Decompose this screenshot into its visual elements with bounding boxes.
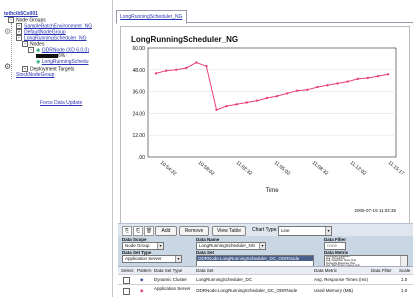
- x-tick-label: 11:12:02: [349, 160, 368, 177]
- data-point: [356, 77, 359, 81]
- x-tick-label: 11:08:32: [311, 160, 330, 177]
- tab-longrunning[interactable]: LongRunningScheduler_NG: [116, 10, 187, 24]
- tree-item-stock[interactable]: StockNodeGroup: [16, 72, 54, 78]
- app-server-icon: ◉: [36, 59, 41, 65]
- data-point: [255, 99, 259, 102]
- data-point: [326, 84, 329, 87]
- col-data-filter: Data Filter: [371, 268, 392, 273]
- pattern-marker-icon: ◆: [140, 277, 144, 282]
- chevron-down-icon[interactable]: ▾: [325, 227, 331, 235]
- paste-icon[interactable]: ⎗: [133, 226, 143, 236]
- row-scale: 1.0: [401, 288, 408, 293]
- data-point: [174, 68, 178, 71]
- data-point: [386, 73, 390, 76]
- data-scope-select[interactable]: Node Group ▾: [122, 242, 164, 250]
- remove-button[interactable]: Remove: [179, 226, 209, 236]
- col-pattern: Pattern: [137, 268, 152, 273]
- y-tick-label: 24.00: [132, 111, 145, 117]
- collapse-icon[interactable]: −: [28, 47, 34, 53]
- line-chart: 60.00 48.00 36.00 24.00 12.00 .00 10:54:32 10:5…: [132, 46, 406, 213]
- data-point: [366, 76, 370, 80]
- chart-timestamp: 2005-07-19 11:04:35: [355, 208, 397, 213]
- row-set: ODRNode:LongRunningScheduler_DC_ODRNode: [196, 288, 298, 293]
- data-point: [154, 72, 158, 75]
- row-scale: 1.0: [401, 277, 408, 282]
- view-table-button[interactable]: View Table: [212, 226, 246, 236]
- data-filter-input[interactable]: none: [324, 242, 346, 250]
- data-point: [164, 69, 168, 72]
- delete-icon[interactable]: 🗑: [144, 226, 154, 236]
- data-point: [296, 89, 299, 92]
- y-tick-label: 48.00: [132, 68, 145, 74]
- row-set: LongRunningScheduler_DC: [196, 277, 253, 282]
- x-tick-label: 10:58:02: [197, 160, 216, 177]
- col-data-metric: Data Metric: [314, 268, 338, 273]
- data-set-item-selected[interactable]: ODRNode:LongRunningScheduler_DC_ODRNode: [197, 256, 313, 261]
- data-selection-panel: Data Scope Node Group ▾ Data Name LongRun…: [118, 236, 413, 268]
- usage-bar: [36, 53, 58, 58]
- table-row: ◆ Dynamic Cluster LongRunningScheduler_D…: [118, 274, 413, 284]
- chart-type-label: Chart Type:: [252, 227, 278, 233]
- data-point: [245, 101, 248, 104]
- row-type: Application Server: [154, 286, 191, 291]
- data-point: [225, 104, 228, 108]
- tree-node-icon: ⚙: [4, 62, 12, 71]
- col-select: Select: [121, 268, 134, 273]
- x-tick-label: 10:54:32: [159, 160, 178, 177]
- table-row: ◆ Application Server ODRNode:LongRunning…: [118, 284, 413, 297]
- tree-item-scheduler-app[interactable]: ◉ LongRunningSchedu: [36, 59, 88, 65]
- force-update-link[interactable]: Force Data Update: [40, 100, 82, 106]
- data-point: [336, 82, 339, 85]
- y-tick-label: 60.00: [132, 46, 145, 52]
- pattern-marker-icon: ◆: [140, 288, 144, 293]
- y-tick-label: 12.00: [132, 133, 145, 139]
- add-button[interactable]: Add: [155, 226, 177, 236]
- data-point: [195, 61, 198, 64]
- data-point: [205, 64, 208, 68]
- data-point: [285, 92, 289, 95]
- data-point: [235, 103, 238, 106]
- data-point: [215, 108, 218, 111]
- y-tick-label: .00: [138, 155, 145, 161]
- row-checkbox[interactable]: [123, 288, 130, 295]
- data-point: [306, 88, 309, 91]
- data-point: [316, 85, 319, 89]
- data-point: [185, 66, 188, 70]
- data-point: [376, 74, 380, 78]
- tree-gear-icon: ⚙: [4, 27, 12, 36]
- chevron-down-icon[interactable]: ▾: [157, 243, 163, 249]
- copy-icon[interactable]: ⎘: [122, 226, 132, 236]
- x-axis-label: Time: [265, 188, 279, 194]
- topology-tree: tethcib5Cell01 − Node Groups ⚙ ⚙ + SampleB…: [0, 0, 113, 297]
- chart-type-select[interactable]: Line ▾: [278, 226, 332, 236]
- data-name-select[interactable]: LongRunningScheduler_NG ▾: [196, 242, 266, 250]
- col-data-set-type: Data Set Type: [154, 268, 183, 273]
- plot-area: [147, 47, 397, 158]
- row-checkbox[interactable]: [123, 277, 130, 284]
- row-type: Dynamic Cluster: [154, 277, 188, 282]
- data-point: [265, 96, 269, 100]
- y-tick-label: 36.00: [132, 90, 145, 96]
- chart-toolbar: ⎘ ⎗ 🗑 Add Remove View Table Chart Type: …: [118, 223, 413, 237]
- data-table-header: Select Pattern Data Set Type Data Set Da…: [118, 266, 413, 274]
- data-point: [346, 80, 349, 83]
- row-metric: Used Memory (MB): [314, 288, 354, 293]
- chevron-down-icon[interactable]: ▾: [175, 256, 181, 262]
- data-point: [275, 94, 279, 98]
- chevron-down-icon[interactable]: ▾: [259, 243, 265, 249]
- x-tick-label: 11:02:32: [235, 160, 254, 177]
- col-scale: Scale: [399, 268, 411, 273]
- data-set-type-select[interactable]: Application Server ▾: [122, 255, 182, 263]
- col-data-set: Data Set: [196, 268, 214, 273]
- row-metric: Avg. Response Times (ms): [314, 277, 368, 282]
- x-tick-label: 11:15:17: [387, 160, 406, 177]
- x-tick-label: 11:05:02: [273, 160, 292, 177]
